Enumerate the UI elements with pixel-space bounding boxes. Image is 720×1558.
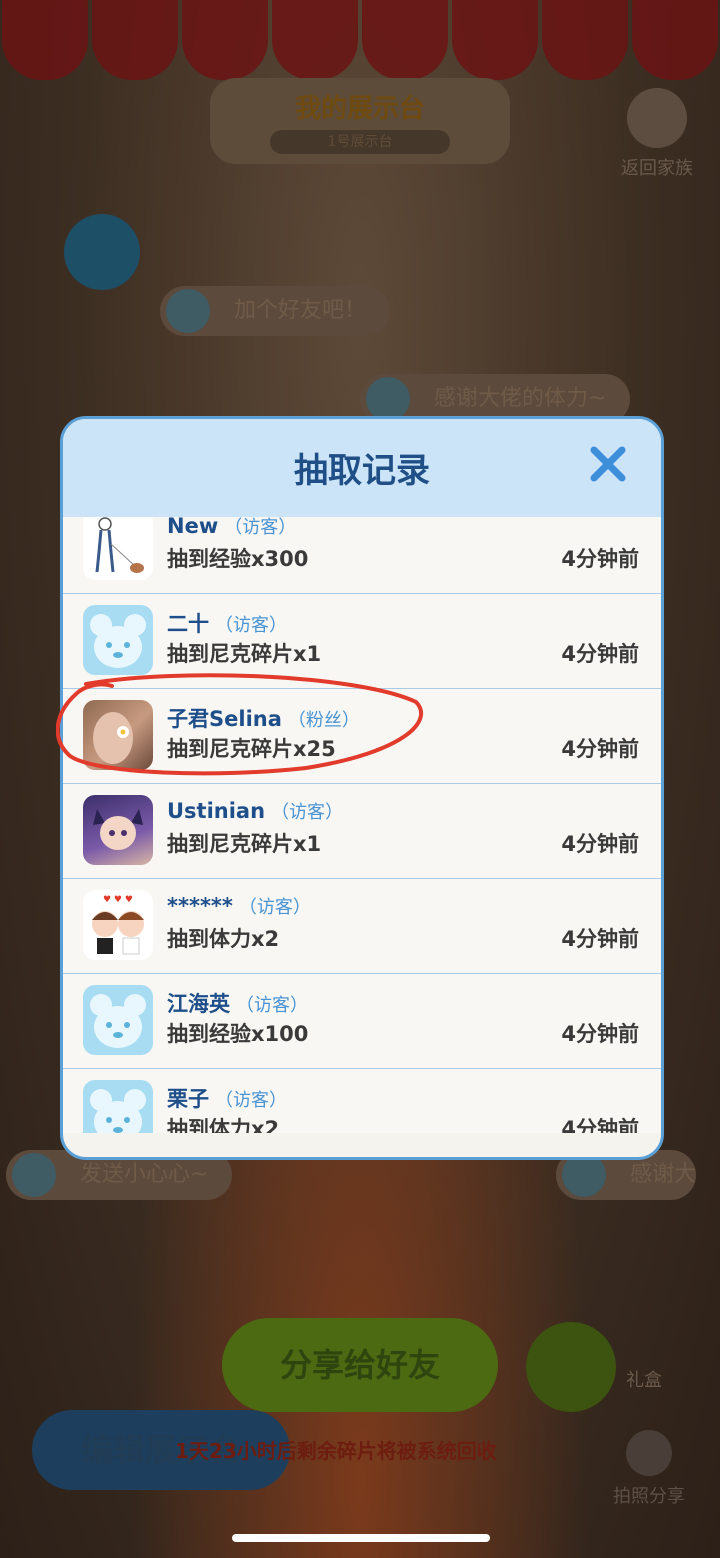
bubble-avatar <box>366 377 410 421</box>
time-text: 4分钟前 <box>561 642 639 666</box>
time-text: 4分钟前 <box>561 927 639 951</box>
home-indicator[interactable] <box>232 1534 490 1542</box>
display-title: 我的展示台 <box>294 94 425 124</box>
user-name: 二十 <box>167 612 209 636</box>
user-name: Ustinian <box>167 799 266 823</box>
record-row: 江海英访客 抽到经验x100 4分钟前 <box>63 974 661 1069</box>
dialog-title: 抽取记录 <box>294 451 430 491</box>
user-tag: 访客 <box>215 615 287 636</box>
couple-avatar: ♥ ♥ ♥ <box>83 890 153 960</box>
back-to-family-button[interactable]: 返回家族 <box>612 88 702 180</box>
share-to-friend-button[interactable]: 分享给好友 <box>222 1318 498 1412</box>
time-text: 4分钟前 <box>561 737 639 761</box>
user-tag: 粉丝 <box>288 710 360 731</box>
gift-box-label[interactable]: 礼盒 <box>626 1366 662 1392</box>
record-row: 子君Selina 粉丝 抽到尼克碎片x25 4分钟前 <box>63 689 661 784</box>
user-name: 栗子 <box>167 1087 209 1111</box>
svg-text:♥ ♥ ♥: ♥ ♥ ♥ <box>103 895 133 905</box>
records-list[interactable]: New访客 抽到经验x300 4分钟前 <box>63 517 661 1133</box>
reward-text: 抽到尼克碎片x1 <box>167 642 322 666</box>
chat-bubble: 加个好友吧！ <box>160 286 391 336</box>
user-name: New <box>167 517 219 538</box>
user-tag: 访客 <box>224 517 296 538</box>
bubble-avatar <box>166 289 210 333</box>
draw-records-dialog: 抽取记录 New访客 抽到经验x300 <box>60 416 664 1160</box>
camera-icon <box>626 1430 672 1476</box>
back-icon <box>627 88 687 148</box>
user-name: ****** <box>167 894 233 918</box>
reward-text: 抽到尼克碎片x1 <box>167 832 322 856</box>
reward-text: 抽到体力x2 <box>167 927 280 951</box>
reward-text: 抽到体力x2 <box>167 1117 280 1133</box>
user-tag: 访客 <box>271 802 343 823</box>
user-tag: 访客 <box>215 1090 287 1111</box>
display-title-plaque: 我的展示台 1号展示台 <box>210 78 510 164</box>
time-text: 4分钟前 <box>561 832 639 856</box>
time-text: 4分钟前 <box>561 1022 639 1046</box>
sketch-avatar <box>83 517 153 580</box>
record-row: 栗子访客 抽到体力x2 4分钟前 <box>63 1069 661 1133</box>
cartoon-avatar <box>83 795 153 865</box>
reward-text: 抽到尼克碎片x25 <box>167 737 336 761</box>
back-label: 返回家族 <box>621 158 693 179</box>
recycle-notice: 1天23小时后剩余碎片将被系统回收 <box>175 1439 497 1463</box>
stage-curtains <box>0 0 720 80</box>
display-selector[interactable]: 1号展示台 <box>270 130 450 154</box>
bear-icon <box>83 605 153 675</box>
record-row: Ustinian访客 抽到尼克碎片x1 4分钟前 <box>63 784 661 879</box>
balloon-icon <box>64 214 140 290</box>
dialog-header: 抽取记录 <box>63 419 661 519</box>
user-name: 子君Selina <box>167 707 282 731</box>
user-tag: 访客 <box>236 995 308 1016</box>
megaphone-button[interactable] <box>526 1322 616 1412</box>
user-name: 江海英 <box>167 992 230 1016</box>
bear-icon <box>83 1080 153 1133</box>
record-row: New访客 抽到经验x300 4分钟前 <box>63 517 661 594</box>
record-row: 二十访客 抽到尼克碎片x1 4分钟前 <box>63 594 661 689</box>
reward-text: 抽到经验x100 <box>167 1022 309 1046</box>
time-text: 4分钟前 <box>561 547 639 571</box>
time-text: 4分钟前 <box>561 1117 639 1133</box>
photo-avatar <box>83 700 153 770</box>
bubble-avatar <box>12 1153 56 1197</box>
record-row: ♥ ♥ ♥ ****** 访客 抽到体力x2 4分钟前 <box>63 879 661 974</box>
photo-share-button[interactable]: 拍照分享 <box>608 1430 690 1508</box>
user-tag: 访客 <box>239 897 311 918</box>
reward-text: 抽到经验x300 <box>167 547 309 571</box>
close-icon[interactable] <box>585 441 631 487</box>
bear-icon <box>83 985 153 1055</box>
